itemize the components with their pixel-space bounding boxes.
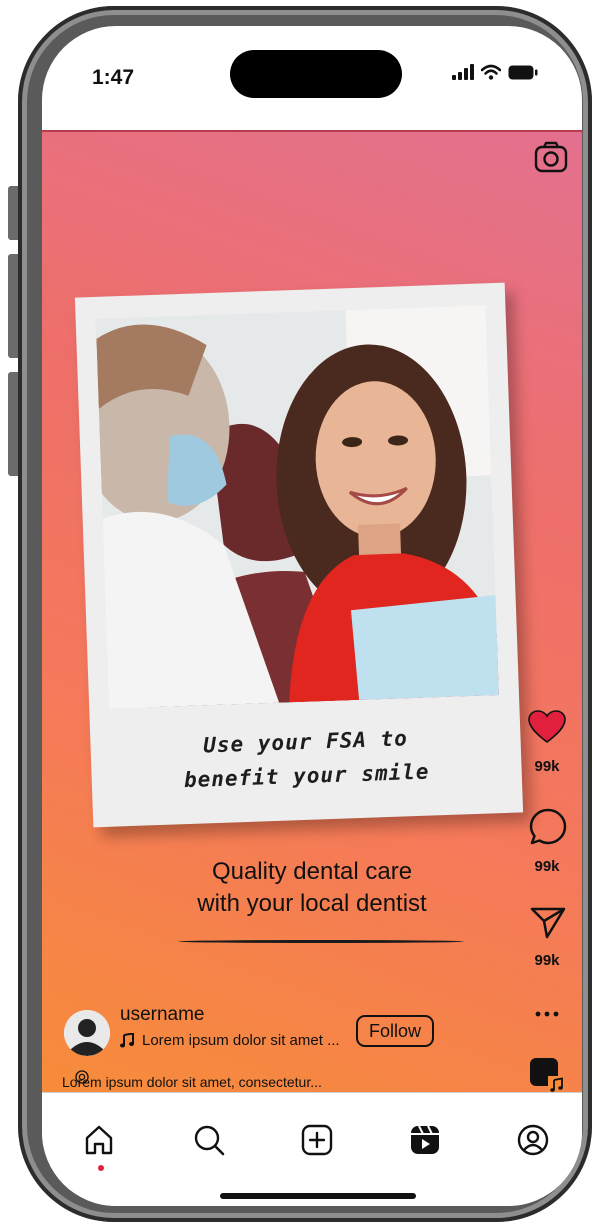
headline-underline — [178, 940, 464, 943]
polaroid-caption-line2: benefit your smile — [183, 759, 430, 793]
like-button[interactable] — [528, 710, 566, 744]
dynamic-island — [230, 50, 402, 98]
home-icon — [85, 1125, 113, 1155]
reel-content[interactable]: Use your FSA to benefit your smile Quali… — [42, 130, 582, 1092]
nav-search[interactable] — [192, 1123, 226, 1157]
phone-screen: 1:47 Use your FSA to benefit your smile … — [42, 26, 582, 1206]
comment-button[interactable] — [529, 808, 567, 846]
music-note-icon — [120, 1033, 134, 1048]
search-icon — [194, 1125, 225, 1156]
comment-icon — [529, 808, 567, 845]
share-count: 99k — [534, 952, 560, 969]
more-icon — [535, 1011, 559, 1017]
status-time: 1:47 — [92, 66, 135, 89]
battery-icon — [508, 65, 538, 80]
status-icons — [452, 64, 538, 80]
cellular-signal-icon — [452, 64, 474, 80]
audio-thumbnail-icon[interactable] — [530, 1058, 564, 1092]
nav-home[interactable] — [82, 1123, 116, 1157]
home-indicator — [220, 1193, 416, 1199]
tag-icon — [75, 1070, 89, 1084]
share-button[interactable] — [530, 906, 566, 940]
avatar[interactable] — [64, 1010, 110, 1056]
username[interactable]: username — [120, 1004, 205, 1026]
more-options-button[interactable] — [534, 1010, 560, 1018]
music-row[interactable]: Lorem ipsum dolor sit amet ... — [120, 1032, 340, 1049]
nav-create[interactable] — [300, 1123, 334, 1157]
bottom-navigation — [42, 1092, 582, 1206]
heart-icon — [528, 710, 566, 744]
comment-count: 99k — [534, 858, 560, 875]
send-icon — [530, 907, 566, 939]
profile-icon — [517, 1124, 549, 1156]
wifi-icon — [481, 64, 501, 80]
follow-button[interactable]: Follow — [356, 1015, 434, 1047]
post-caption[interactable]: Lorem ipsum dolor sit amet, consectetur.… — [62, 1074, 322, 1090]
create-icon — [301, 1124, 333, 1156]
active-indicator-dot — [98, 1165, 104, 1171]
nav-profile[interactable] — [516, 1123, 550, 1157]
polaroid-caption-line1: Use your FSA to — [202, 726, 409, 758]
headline-line2: with your local dentist — [197, 890, 427, 917]
music-label: Lorem ipsum dolor sit amet ... — [142, 1032, 340, 1049]
like-count: 99k — [534, 758, 560, 775]
nav-reels[interactable] — [408, 1123, 442, 1157]
smiling-patient-with-dentist-photo — [95, 305, 500, 709]
camera-icon[interactable] — [534, 140, 568, 174]
header-divider — [42, 130, 582, 132]
user-avatar-icon — [64, 1010, 110, 1056]
headline-line1: Quality dental care — [211, 858, 413, 885]
polaroid-card: Use your FSA to benefit your smile — [74, 282, 524, 828]
reels-icon — [411, 1125, 439, 1154]
